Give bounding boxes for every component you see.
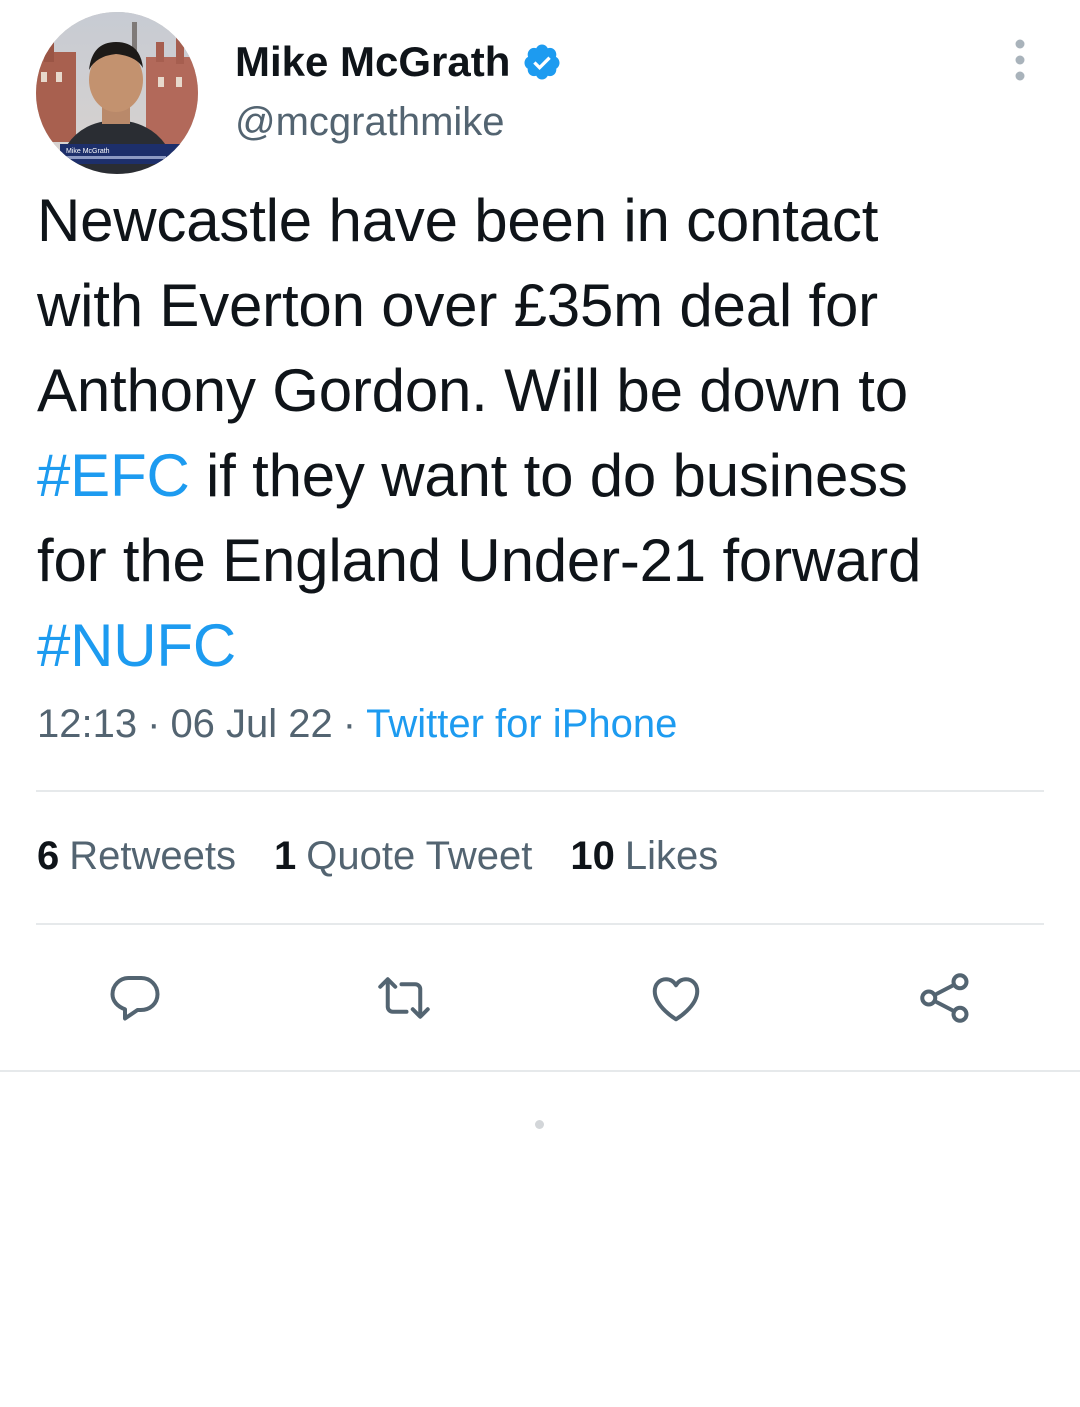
hashtag-link[interactable]: #EFC <box>37 442 190 509</box>
tweet-text-line: #EFC if they want to do business <box>37 433 1047 518</box>
author-display-name[interactable]: Mike McGrath <box>235 38 510 86</box>
tweet-source-link[interactable]: Twitter for iPhone <box>366 702 677 746</box>
tweet-meta: 12:13 · 06 Jul 22 · Twitter for iPhone <box>37 702 677 747</box>
author-handle[interactable]: @mcgrathmike <box>235 100 505 145</box>
tweet-text-segment: if they want to do business <box>189 442 908 509</box>
heart-icon <box>652 977 700 1022</box>
retweets-count: 6 <box>37 834 60 878</box>
tweet-text-line: for the England Under-21 forward <box>37 518 1047 603</box>
avatar-caption: Mike McGrath <box>66 148 110 155</box>
tweet-text-segment: Newcastle have been in contact <box>37 187 879 254</box>
share-icon <box>920 973 969 1023</box>
tweet-time[interactable]: 12:13 <box>37 702 137 746</box>
quote-tweets-count: 1 <box>274 834 297 878</box>
share-button[interactable] <box>915 968 975 1028</box>
retweets-stat[interactable]: 6 Retweets <box>37 834 236 879</box>
quote-tweets-label: Quote Tweet <box>306 834 533 878</box>
retweets-label: Retweets <box>69 834 236 878</box>
likes-stat[interactable]: 10 Likes <box>570 834 718 879</box>
hashtag-link[interactable]: #NUFC <box>37 612 236 679</box>
author-name-row[interactable]: Mike McGrath <box>235 36 562 88</box>
tweet-text-line: Newcastle have been in contact <box>37 178 1047 263</box>
tweet-text-line: #NUFC <box>37 603 1047 688</box>
tweet-text: Newcastle have been in contact with Evert… <box>37 178 1047 688</box>
retweet-icon <box>378 977 430 1019</box>
meta-separator: · <box>147 702 161 746</box>
tweet-text-segment: Anthony Gordon. Will be down to <box>37 357 908 424</box>
quote-tweets-stat[interactable]: 1 Quote Tweet <box>274 834 532 879</box>
meta-separator: · <box>342 702 357 746</box>
retweet-button[interactable] <box>374 968 434 1028</box>
more-options-icon[interactable] <box>1004 38 1036 82</box>
divider <box>36 790 1044 792</box>
tweet-date[interactable]: 06 Jul 22 <box>170 702 332 746</box>
avatar[interactable]: Mike McGrath <box>36 12 198 174</box>
tweet-text-segment: with Everton over £35m deal for <box>37 272 878 339</box>
likes-label: Likes <box>624 834 719 878</box>
tweet-stats: 6 Retweets 1 Quote Tweet 10 Likes <box>37 834 756 879</box>
reply-icon <box>110 976 160 1021</box>
like-button[interactable] <box>646 968 706 1028</box>
tweet-text-line: Anthony Gordon. Will be down to <box>37 348 1047 433</box>
reply-button[interactable] <box>105 968 165 1028</box>
tweet-text-segment: for the England Under-21 forward <box>37 527 922 594</box>
verified-badge-icon <box>524 44 560 80</box>
tweet-text-line: with Everton over £35m deal for <box>37 263 1047 348</box>
divider <box>36 923 1044 925</box>
tweet-detail: Mike McGrath Mike McGrath @mcgrathmike N… <box>0 0 1080 1072</box>
loading-indicator <box>535 1120 544 1129</box>
likes-count: 10 <box>570 834 615 878</box>
